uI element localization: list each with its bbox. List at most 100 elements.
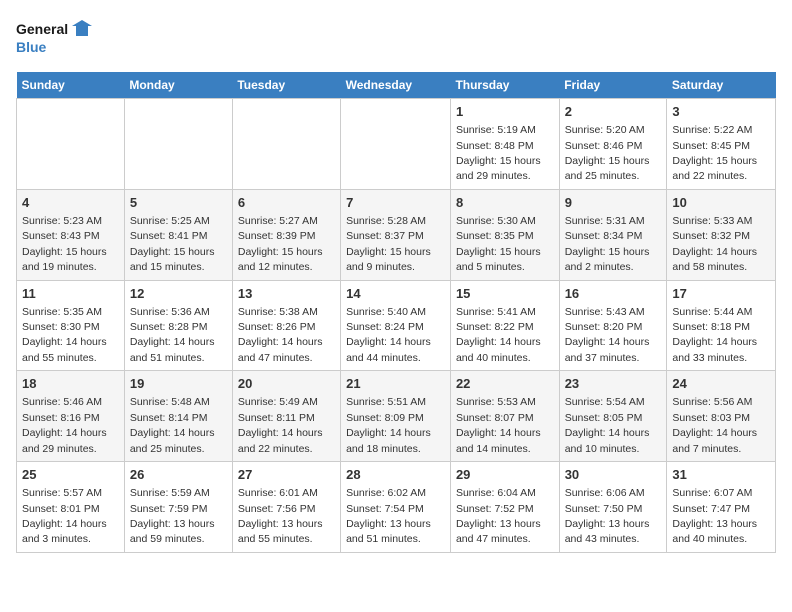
day-number: 24: [672, 375, 770, 393]
calendar-cell: [124, 99, 232, 190]
day-info: Sunrise: 6:01 AM Sunset: 7:56 PM Dayligh…: [238, 487, 323, 545]
svg-text:General: General: [16, 21, 68, 37]
logo-svg: General Blue: [16, 16, 96, 60]
day-header-friday: Friday: [559, 72, 667, 99]
calendar-cell: 6Sunrise: 5:27 AM Sunset: 8:39 PM Daylig…: [232, 189, 340, 280]
calendar-cell: 7 Sunrise: 5:28 AM Sunset: 8:37 PM Daylig…: [341, 189, 451, 280]
day-info: Sunrise: 5:43 AM Sunset: 8:20 PM Dayligh…: [565, 306, 650, 364]
day-number: 23: [565, 375, 662, 393]
day-number: 3: [672, 103, 770, 121]
svg-text:Blue: Blue: [16, 39, 47, 55]
day-number: 20: [238, 375, 335, 393]
calendar-cell: 12 Sunrise: 5:36 AM Sunset: 8:28 PM Dayli…: [124, 280, 232, 371]
day-number: 9: [565, 194, 662, 212]
day-info: Sunrise: 6:04 AM Sunset: 7:52 PM Dayligh…: [456, 487, 541, 545]
calendar-cell: 2Sunrise: 5:20 AM Sunset: 8:46 PM Daylig…: [559, 99, 667, 190]
day-info: Sunrise: 5:30 AM Sunset: 8:35 PM Dayligh…: [456, 215, 541, 273]
day-info: Sunrise: 5:53 AM Sunset: 8:07 PM Dayligh…: [456, 396, 541, 454]
day-number: 12: [130, 285, 227, 303]
calendar-cell: [341, 99, 451, 190]
calendar-cell: 1 Sunrise: 5:19 AM Sunset: 8:48 PM Daylig…: [450, 99, 559, 190]
calendar-cell: [232, 99, 340, 190]
calendar-cell: 9 Sunrise: 5:31 AM Sunset: 8:34 PM Daylig…: [559, 189, 667, 280]
day-info: Sunrise: 5:49 AM Sunset: 8:11 PM Dayligh…: [238, 396, 323, 454]
logo: General Blue: [16, 16, 96, 60]
calendar-cell: 10 Sunrise: 5:33 AM Sunset: 8:32 PM Dayli…: [667, 189, 776, 280]
day-info: Sunrise: 5:31 AM Sunset: 8:34 PM Dayligh…: [565, 215, 650, 273]
calendar-cell: 24 Sunrise: 5:56 AM Sunset: 8:03 PM Dayli…: [667, 371, 776, 462]
day-header-thursday: Thursday: [450, 72, 559, 99]
day-number: 4: [22, 194, 119, 212]
calendar-cell: 31Sunrise: 6:07 AM Sunset: 7:47 PM Dayli…: [667, 462, 776, 553]
calendar-cell: 16 Sunrise: 5:43 AM Sunset: 8:20 PM Dayli…: [559, 280, 667, 371]
calendar-week-4: 18 Sunrise: 5:46 AM Sunset: 8:16 PM Dayli…: [17, 371, 776, 462]
day-number: 7: [346, 194, 445, 212]
day-number: 1: [456, 103, 554, 121]
calendar-cell: 3 Sunrise: 5:22 AM Sunset: 8:45 PM Daylig…: [667, 99, 776, 190]
day-info: Sunrise: 5:36 AM Sunset: 8:28 PM Dayligh…: [130, 306, 215, 364]
day-number: 14: [346, 285, 445, 303]
day-number: 15: [456, 285, 554, 303]
day-number: 21: [346, 375, 445, 393]
day-header-saturday: Saturday: [667, 72, 776, 99]
day-info: Sunrise: 5:19 AM Sunset: 8:48 PM Dayligh…: [456, 124, 541, 182]
day-info: Sunrise: 5:46 AM Sunset: 8:16 PM Dayligh…: [22, 396, 107, 454]
day-number: 22: [456, 375, 554, 393]
calendar-cell: 4 Sunrise: 5:23 AM Sunset: 8:43 PM Daylig…: [17, 189, 125, 280]
day-info: Sunrise: 6:02 AM Sunset: 7:54 PM Dayligh…: [346, 487, 431, 545]
calendar-cell: 15 Sunrise: 5:41 AM Sunset: 8:22 PM Dayli…: [450, 280, 559, 371]
day-info: Sunrise: 5:35 AM Sunset: 8:30 PM Dayligh…: [22, 306, 107, 364]
day-header-wednesday: Wednesday: [341, 72, 451, 99]
day-header-sunday: Sunday: [17, 72, 125, 99]
day-info: Sunrise: 5:48 AM Sunset: 8:14 PM Dayligh…: [130, 396, 215, 454]
day-info: Sunrise: 5:41 AM Sunset: 8:22 PM Dayligh…: [456, 306, 541, 364]
day-info: Sunrise: 5:38 AM Sunset: 8:26 PM Dayligh…: [238, 306, 323, 364]
day-number: 28: [346, 466, 445, 484]
calendar-week-3: 11Sunrise: 5:35 AM Sunset: 8:30 PM Dayli…: [17, 280, 776, 371]
day-info: Sunrise: 6:06 AM Sunset: 7:50 PM Dayligh…: [565, 487, 650, 545]
day-info: Sunrise: 5:22 AM Sunset: 8:45 PM Dayligh…: [672, 124, 757, 182]
calendar-cell: 29 Sunrise: 6:04 AM Sunset: 7:52 PM Dayli…: [450, 462, 559, 553]
day-info: Sunrise: 5:28 AM Sunset: 8:37 PM Dayligh…: [346, 215, 431, 273]
day-info: Sunrise: 5:25 AM Sunset: 8:41 PM Dayligh…: [130, 215, 215, 273]
day-info: Sunrise: 5:57 AM Sunset: 8:01 PM Dayligh…: [22, 487, 107, 545]
calendar-week-5: 25 Sunrise: 5:57 AM Sunset: 8:01 PM Dayli…: [17, 462, 776, 553]
calendar-header-row: SundayMondayTuesdayWednesdayThursdayFrid…: [17, 72, 776, 99]
calendar-week-1: 1 Sunrise: 5:19 AM Sunset: 8:48 PM Daylig…: [17, 99, 776, 190]
calendar-cell: 14Sunrise: 5:40 AM Sunset: 8:24 PM Dayli…: [341, 280, 451, 371]
day-info: Sunrise: 5:23 AM Sunset: 8:43 PM Dayligh…: [22, 215, 107, 273]
day-number: 26: [130, 466, 227, 484]
day-info: Sunrise: 5:59 AM Sunset: 7:59 PM Dayligh…: [130, 487, 215, 545]
day-number: 13: [238, 285, 335, 303]
day-number: 18: [22, 375, 119, 393]
day-info: Sunrise: 5:54 AM Sunset: 8:05 PM Dayligh…: [565, 396, 650, 454]
calendar-week-2: 4 Sunrise: 5:23 AM Sunset: 8:43 PM Daylig…: [17, 189, 776, 280]
header: General Blue: [16, 16, 776, 60]
calendar-cell: 13 Sunrise: 5:38 AM Sunset: 8:26 PM Dayli…: [232, 280, 340, 371]
calendar-cell: 8 Sunrise: 5:30 AM Sunset: 8:35 PM Daylig…: [450, 189, 559, 280]
day-number: 25: [22, 466, 119, 484]
day-number: 10: [672, 194, 770, 212]
day-number: 16: [565, 285, 662, 303]
day-number: 30: [565, 466, 662, 484]
day-header-monday: Monday: [124, 72, 232, 99]
day-info: Sunrise: 5:33 AM Sunset: 8:32 PM Dayligh…: [672, 215, 757, 273]
calendar-cell: 17Sunrise: 5:44 AM Sunset: 8:18 PM Dayli…: [667, 280, 776, 371]
calendar-cell: 26 Sunrise: 5:59 AM Sunset: 7:59 PM Dayli…: [124, 462, 232, 553]
day-number: 29: [456, 466, 554, 484]
day-number: 8: [456, 194, 554, 212]
calendar-table: SundayMondayTuesdayWednesdayThursdayFrid…: [16, 72, 776, 553]
day-number: 27: [238, 466, 335, 484]
calendar-cell: 18 Sunrise: 5:46 AM Sunset: 8:16 PM Dayli…: [17, 371, 125, 462]
calendar-cell: 23 Sunrise: 5:54 AM Sunset: 8:05 PM Dayli…: [559, 371, 667, 462]
day-info: Sunrise: 5:51 AM Sunset: 8:09 PM Dayligh…: [346, 396, 431, 454]
calendar-cell: 22 Sunrise: 5:53 AM Sunset: 8:07 PM Dayli…: [450, 371, 559, 462]
calendar-cell: 30 Sunrise: 6:06 AM Sunset: 7:50 PM Dayli…: [559, 462, 667, 553]
day-info: Sunrise: 5:27 AM Sunset: 8:39 PM Dayligh…: [238, 215, 323, 273]
day-number: 5: [130, 194, 227, 212]
calendar-cell: 11Sunrise: 5:35 AM Sunset: 8:30 PM Dayli…: [17, 280, 125, 371]
day-info: Sunrise: 5:20 AM Sunset: 8:46 PM Dayligh…: [565, 124, 650, 182]
day-info: Sunrise: 5:56 AM Sunset: 8:03 PM Dayligh…: [672, 396, 757, 454]
calendar-cell: 27 Sunrise: 6:01 AM Sunset: 7:56 PM Dayli…: [232, 462, 340, 553]
day-number: 31: [672, 466, 770, 484]
